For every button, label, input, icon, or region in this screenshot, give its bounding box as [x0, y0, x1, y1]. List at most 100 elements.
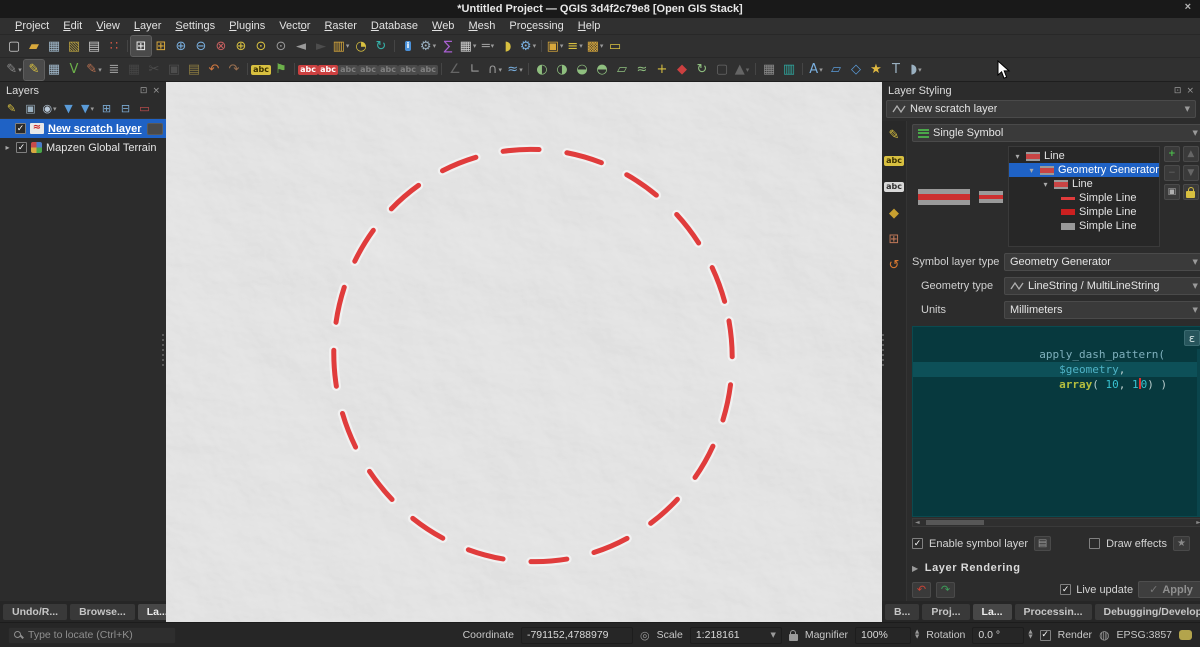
tab-undo-redo[interactable]: Undo/R... [3, 604, 67, 620]
measure-icon[interactable]: ═ ▾ [478, 36, 498, 56]
highlight-labels-icon[interactable]: abc [318, 60, 338, 80]
data-defined-override-button[interactable]: ▤ [1034, 536, 1051, 551]
renderer-combo[interactable]: Single Symbol ▼ [912, 124, 1200, 142]
tab-project[interactable]: Proj... [922, 604, 969, 620]
menu-plugins[interactable]: Plugins [222, 19, 272, 33]
open-layer-styling-icon[interactable]: ✎ [3, 100, 20, 117]
toggle-extents-icon[interactable]: ◎ [640, 630, 650, 641]
tab-layer-styling[interactable]: La... [973, 604, 1012, 620]
move-down-button[interactable]: ▼ [1183, 165, 1199, 181]
magnifier-spinner[interactable]: ▲▼ [915, 630, 919, 640]
draw-effects-checkbox[interactable] [1089, 538, 1100, 549]
run-feature-action-icon[interactable]: ⚙ ▾ [418, 36, 438, 56]
zoom-out-icon[interactable]: ⊖ [191, 36, 211, 56]
rotation-spinner[interactable]: ▲▼ [1028, 630, 1032, 640]
expand-all-icon[interactable]: ⊞ [98, 100, 115, 117]
arc-digitize-icon[interactable]: ∩ ▾ [485, 60, 505, 80]
layer-row-mapzen-global-terrain[interactable]: ▸ ✓ Mapzen Global Terrain [0, 138, 166, 157]
new-print-layout-icon[interactable]: ▤ [84, 36, 104, 56]
save-layer-edits-icon[interactable]: ▦ [44, 60, 64, 80]
symbol-node-simple-line-2[interactable]: Simple Line [1009, 205, 1159, 219]
symbol-node-line-root[interactable]: ▾ Line [1009, 149, 1159, 163]
select-by-expression-icon[interactable]: ≡ ▾ [565, 36, 585, 56]
menu-edit[interactable]: Edit [56, 19, 89, 33]
units-combo[interactable]: Millimeters ▼ [1004, 301, 1200, 319]
curved-label-icon[interactable]: abc [398, 60, 418, 80]
new-project-icon[interactable]: ▢ [4, 36, 24, 56]
magnifier-input[interactable] [855, 627, 911, 644]
multiedit-icon[interactable]: ≣ [104, 60, 124, 80]
new-temporary-layer-icon[interactable]: ▭ [605, 36, 625, 56]
zoom-last-icon[interactable]: ◄ [291, 36, 311, 56]
menu-project[interactable]: Project [8, 19, 56, 33]
vertex-tool-icon[interactable]: ✎ ▾ [84, 60, 104, 80]
checkerboard-icon[interactable]: ▦ [759, 60, 779, 80]
open-project-icon[interactable]: ▰ [24, 36, 44, 56]
annotation-marker-icon[interactable]: ★ [866, 60, 886, 80]
merge-features-icon[interactable]: ◆ [672, 60, 692, 80]
zoom-native-icon[interactable]: ⊗ [211, 36, 231, 56]
layer-labeling-icon[interactable]: ⚑ [271, 60, 291, 80]
map-canvas[interactable] [166, 82, 882, 622]
collapse-all-icon[interactable]: ⊟ [117, 100, 134, 117]
menu-view[interactable]: View [89, 19, 127, 33]
manage-themes-icon[interactable]: ◉ ▾ [41, 100, 58, 117]
decorations-icon[interactable]: ▥ [779, 60, 799, 80]
new-map-view-icon[interactable]: ▥ ▾ [331, 36, 351, 56]
lock-colors-button[interactable] [1183, 184, 1199, 200]
menu-raster[interactable]: Raster [317, 19, 363, 33]
layer-rendering-section[interactable]: ▶ Layer Rendering [912, 562, 1200, 574]
redo-icon[interactable]: ↷ [224, 60, 244, 80]
float-panel-icon[interactable]: ⊡ [1174, 86, 1182, 96]
layer-visibility-checkbox[interactable]: ✓ [15, 123, 26, 134]
identify-features-icon[interactable]: i [398, 36, 418, 56]
label-toolbar-icon[interactable]: abc [251, 60, 271, 80]
cut-features-icon[interactable]: ✂ [144, 60, 164, 80]
edit-annotation-icon[interactable]: ▱ [826, 60, 846, 80]
zoom-to-selection-icon[interactable]: ⊙ [251, 36, 271, 56]
tab-browser[interactable]: Browse... [70, 604, 135, 620]
remove-symbol-layer-button[interactable]: − [1164, 165, 1180, 181]
cad-tools-icon[interactable]: ∟ [465, 60, 485, 80]
delete-part-icon[interactable]: ◒ [572, 60, 592, 80]
labels-tab-icon[interactable]: abc [884, 153, 904, 169]
close-panel-icon[interactable]: × [152, 86, 160, 96]
zoom-options-icon[interactable]: ⚙ ▾ [518, 36, 538, 56]
move-feature-icon[interactable]: ◐ [532, 60, 552, 80]
fill-ring-icon[interactable]: ▲ ▾ [732, 60, 752, 80]
float-panel-icon[interactable]: ⊡ [140, 86, 148, 96]
menu-settings[interactable]: Settings [168, 19, 222, 33]
expand-layer-icon[interactable]: ▸ [3, 143, 12, 152]
menu-help[interactable]: Help [571, 19, 608, 33]
rotate-feature-icon[interactable]: ↻ [692, 60, 712, 80]
history-tab-icon[interactable]: ↺ [886, 257, 902, 273]
lock-scale-icon[interactable] [789, 634, 798, 641]
annotation-text-icon[interactable]: A ▾ [806, 60, 826, 80]
remove-layer-icon[interactable]: ▭ [136, 100, 153, 117]
stream-digitize-icon[interactable]: ≈ ▾ [505, 60, 525, 80]
tracing-icon[interactable]: ∠ [445, 60, 465, 80]
menu-layer[interactable]: Layer [127, 19, 169, 33]
offset-curve-icon[interactable]: ≈ [632, 60, 652, 80]
zoom-full-icon[interactable]: ⊕ [231, 36, 251, 56]
paste-features-icon[interactable]: ▤ [184, 60, 204, 80]
current-edits-icon[interactable]: ✎ ▾ [4, 60, 24, 80]
menu-database[interactable]: Database [364, 19, 425, 33]
move-label-icon[interactable]: abc [338, 60, 358, 80]
menu-vector[interactable]: Vector [272, 19, 317, 33]
delete-selected-icon[interactable]: ▦ [124, 60, 144, 80]
annotation-text-along-line-icon[interactable]: T [886, 60, 906, 80]
expression-builder-button[interactable]: ε [1184, 330, 1200, 346]
pan-map-icon[interactable]: ⊞ [131, 36, 151, 56]
digitize-icon[interactable]: V [64, 60, 84, 80]
live-update-checkbox[interactable]: ✓ [1060, 584, 1071, 595]
select-features-icon[interactable]: ▣ ▾ [545, 36, 565, 56]
zoom-next-icon[interactable]: ► [311, 36, 331, 56]
map-tips-icon[interactable]: ◗ [498, 36, 518, 56]
zoom-to-layer-icon[interactable]: ⊙ [271, 36, 291, 56]
symbol-layer-type-combo[interactable]: Geometry Generator ▼ [1004, 253, 1200, 271]
rotate-label-icon[interactable]: abc [358, 60, 378, 80]
messages-icon[interactable] [1179, 630, 1192, 640]
layer-visibility-checkbox[interactable]: ✓ [16, 142, 27, 153]
style-manager-icon[interactable]: ∷ [104, 36, 124, 56]
